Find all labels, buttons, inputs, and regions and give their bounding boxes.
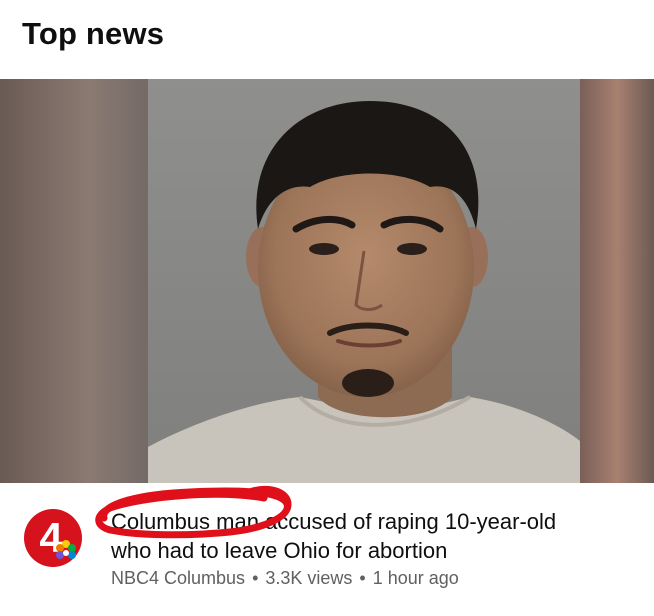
video-title-line-1[interactable]: Columbus man accused of raping 10-year-o… <box>111 507 641 536</box>
video-title[interactable]: Columbus man accused of raping 10-year-o… <box>111 507 641 565</box>
video-title-line-2[interactable]: who had to leave Ohio for abortion <box>111 536 641 565</box>
meta-separator: • <box>252 568 259 588</box>
video-meta: NBC4 Columbus • 3.3K views • 1 hour ago <box>111 568 459 589</box>
thumbnail-image <box>0 79 654 483</box>
video-details[interactable]: 4 Columbus man accused of raping 10-year… <box>0 483 654 616</box>
nbc4-logo-icon[interactable]: 4 <box>22 507 84 569</box>
upload-age: 1 hour ago <box>372 568 459 588</box>
video-thumbnail[interactable] <box>0 79 654 483</box>
view-count: 3.3K views <box>265 568 353 588</box>
meta-separator: • <box>359 568 366 588</box>
channel-name[interactable]: NBC4 Columbus <box>111 568 245 588</box>
section-title: Top news <box>22 16 165 51</box>
